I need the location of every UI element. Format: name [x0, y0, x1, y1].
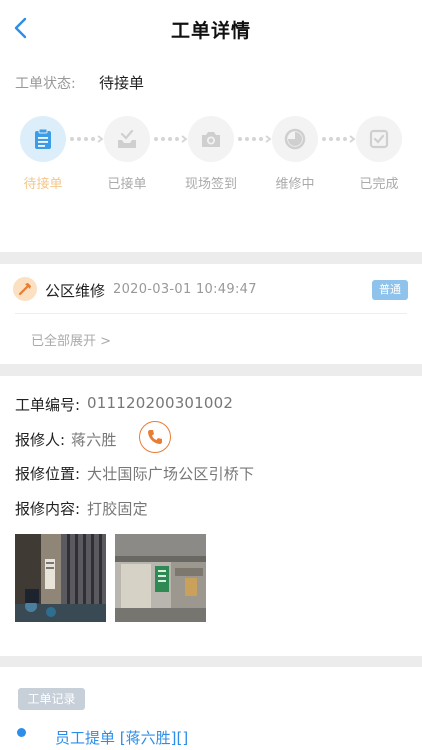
order-type: 公区维修 [45, 282, 106, 300]
order-number-label: 工单编号: [15, 396, 81, 414]
order-time: 2020-03-01 10:49:47 [113, 282, 257, 297]
records-badge: 工单记录 [18, 688, 85, 710]
progress-icon [284, 128, 306, 150]
step-connector [322, 135, 356, 143]
step-accepted [104, 116, 150, 162]
step-checkin [188, 116, 234, 162]
step-label-completed: 已完成 [359, 177, 399, 192]
attachment-photo[interactable] [115, 534, 206, 622]
record-item: 员工提单 [蒋六胜][] [55, 729, 189, 747]
inbox-check-icon [118, 129, 136, 148]
expand-toggle[interactable]: 已全部展开 > [31, 330, 111, 349]
timeline-dot [17, 728, 26, 737]
attachment-photo[interactable] [15, 534, 106, 622]
order-number-value: 011120200301002 [87, 394, 234, 412]
step-repairing [272, 116, 318, 162]
step-label-repairing: 维修中 [275, 177, 315, 192]
page-title: 工单详情 [170, 20, 251, 42]
step-connector [154, 135, 188, 143]
step-label-accepted: 已接单 [107, 177, 147, 192]
hammer-icon [18, 283, 31, 296]
phone-icon [148, 430, 162, 444]
status-value: 待接单 [99, 74, 145, 92]
photo-corridor [15, 534, 106, 622]
order-type-icon-wrap [13, 277, 37, 301]
status-label: 工单状态: [15, 76, 76, 92]
step-pending [20, 116, 66, 162]
content-label: 报修内容: [15, 500, 81, 518]
camera-icon [202, 132, 220, 147]
priority-badge: 普通 [372, 280, 408, 300]
photo-parking [115, 534, 206, 622]
step-label-pending: 待接单 [23, 177, 63, 192]
order-detail-card: 工单编号: 011120200301002 报修人: 蒋六胜 报修位置: 大壮国… [0, 376, 422, 656]
step-label-checkin: 现场签到 [184, 177, 237, 192]
step-connector [238, 135, 272, 143]
call-button[interactable] [139, 421, 171, 453]
reporter-value: 蒋六胜 [71, 431, 117, 449]
reporter-label: 报修人: [15, 431, 66, 449]
location-value: 大壮国际广场公区引桥下 [87, 465, 255, 483]
step-connector [70, 135, 104, 143]
divider [15, 313, 407, 314]
location-label: 报修位置: [15, 465, 81, 483]
status-card: 工单状态: 待接单 待接单 已接单 现场签到 维修中 已完成 [0, 56, 422, 252]
order-summary-card: 公区维修 2020-03-01 10:49:47 普通 已全部展开 > [0, 264, 422, 364]
order-records-card: 工单记录 员工提单 [蒋六胜][] [0, 667, 422, 750]
clipboard-icon [35, 128, 51, 149]
checkbox-icon [369, 129, 389, 149]
nav-header: 工单详情 [0, 0, 422, 56]
content-value: 打胶固定 [87, 500, 148, 518]
step-completed [356, 116, 402, 162]
